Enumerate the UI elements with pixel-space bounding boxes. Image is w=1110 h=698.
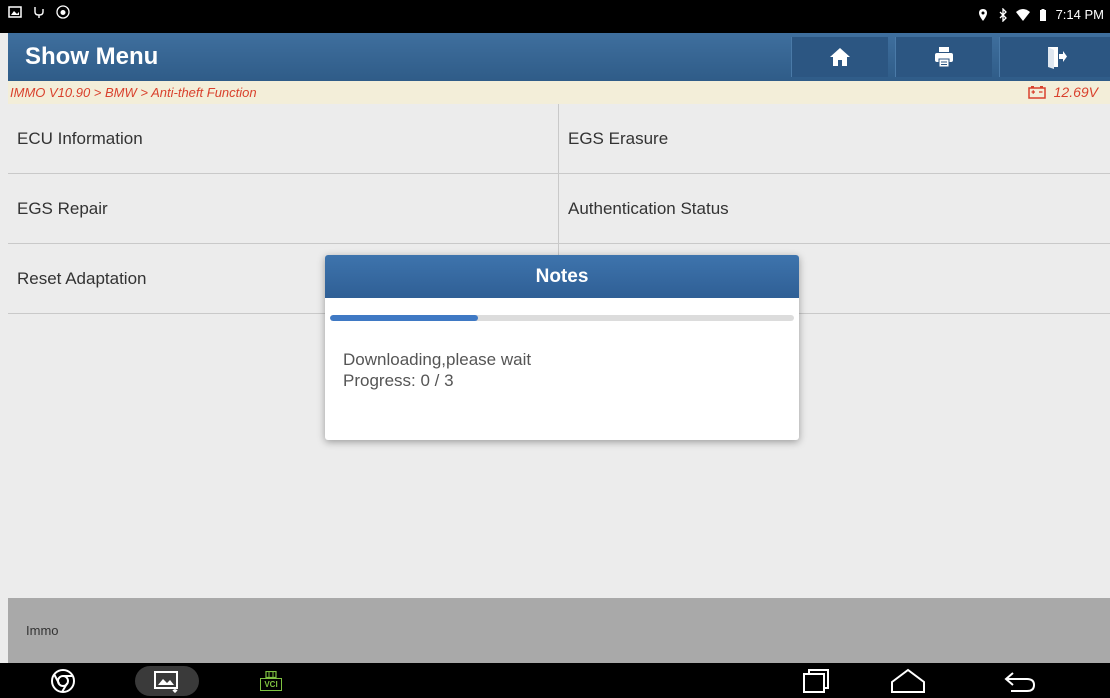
exit-button[interactable] — [999, 37, 1110, 77]
printer-icon — [935, 47, 953, 68]
gallery-icon — [154, 671, 178, 693]
home-outline-icon — [891, 668, 925, 693]
bug-notification-icon — [56, 5, 70, 19]
chrome-button[interactable] — [46, 666, 80, 696]
print-button[interactable] — [895, 37, 992, 77]
notes-dialog: Notes Downloading,please wait Progress: … — [325, 255, 799, 440]
dialog-title: Notes — [535, 265, 589, 287]
exit-icon — [1047, 47, 1067, 69]
menu-item-egs-erasure[interactable]: EGS Erasure — [559, 104, 1110, 173]
breadcrumb: IMMO V10.90 > BMW > Anti-theft Function — [10, 85, 257, 100]
footer-label: Immo — [26, 623, 59, 638]
menu-item-authentication-status[interactable]: Authentication Status — [559, 174, 1110, 243]
usb-debug-icon — [34, 7, 44, 18]
breadcrumb-bar: IMMO V10.90 > BMW > Anti-theft Function … — [8, 81, 1110, 105]
vci-label: VCI — [260, 678, 282, 691]
recent-apps-button[interactable] — [796, 666, 836, 696]
recent-apps-icon — [803, 669, 829, 693]
back-button[interactable] — [1000, 666, 1040, 696]
chrome-icon — [51, 669, 75, 693]
dialog-progress-text: Progress: 0 / 3 — [343, 371, 454, 390]
vci-button[interactable]: VCI — [256, 666, 286, 696]
screenshot-button[interactable] — [135, 666, 199, 696]
battery-icon — [1039, 8, 1046, 21]
back-icon — [1004, 672, 1036, 692]
progress-bar — [330, 315, 794, 321]
menu-row: EGS Repair Authentication Status — [8, 174, 1110, 244]
nav-bar: VCI — [0, 663, 1110, 698]
home-icon — [830, 48, 850, 66]
screen: 7:14 PM Show Menu IMMO V10.90 > BMW > An… — [0, 0, 1110, 698]
page-title: Show Menu — [25, 43, 159, 70]
vci-connector-icon — [265, 671, 277, 678]
footer-bar: Immo — [8, 598, 1110, 663]
status-time: 7:14 PM — [1055, 7, 1104, 22]
progress-fill — [330, 315, 479, 321]
location-icon — [978, 8, 987, 21]
dialog-message: Downloading,please wait Progress: 0 / 3 — [343, 349, 531, 391]
menu-item-egs-repair[interactable]: EGS Repair — [8, 174, 559, 243]
voltage-value: 12.69V — [1053, 84, 1098, 100]
app-header: Show Menu — [8, 33, 1110, 81]
menu-item-ecu-information[interactable]: ECU Information — [8, 104, 559, 173]
dialog-message-line1: Downloading,please wait — [343, 350, 532, 369]
car-battery-icon — [1027, 86, 1046, 99]
home-button[interactable] — [791, 37, 888, 77]
home-nav-button[interactable] — [888, 666, 928, 696]
status-bar: 7:14 PM — [0, 0, 1110, 33]
bluetooth-icon — [999, 7, 1007, 22]
wifi-icon — [1015, 8, 1030, 21]
gallery-notification-icon — [8, 6, 22, 18]
dialog-header: Notes — [325, 255, 799, 298]
menu-row: ECU Information EGS Erasure — [8, 104, 1110, 174]
voltage-indicator: 12.69V — [1027, 84, 1098, 100]
